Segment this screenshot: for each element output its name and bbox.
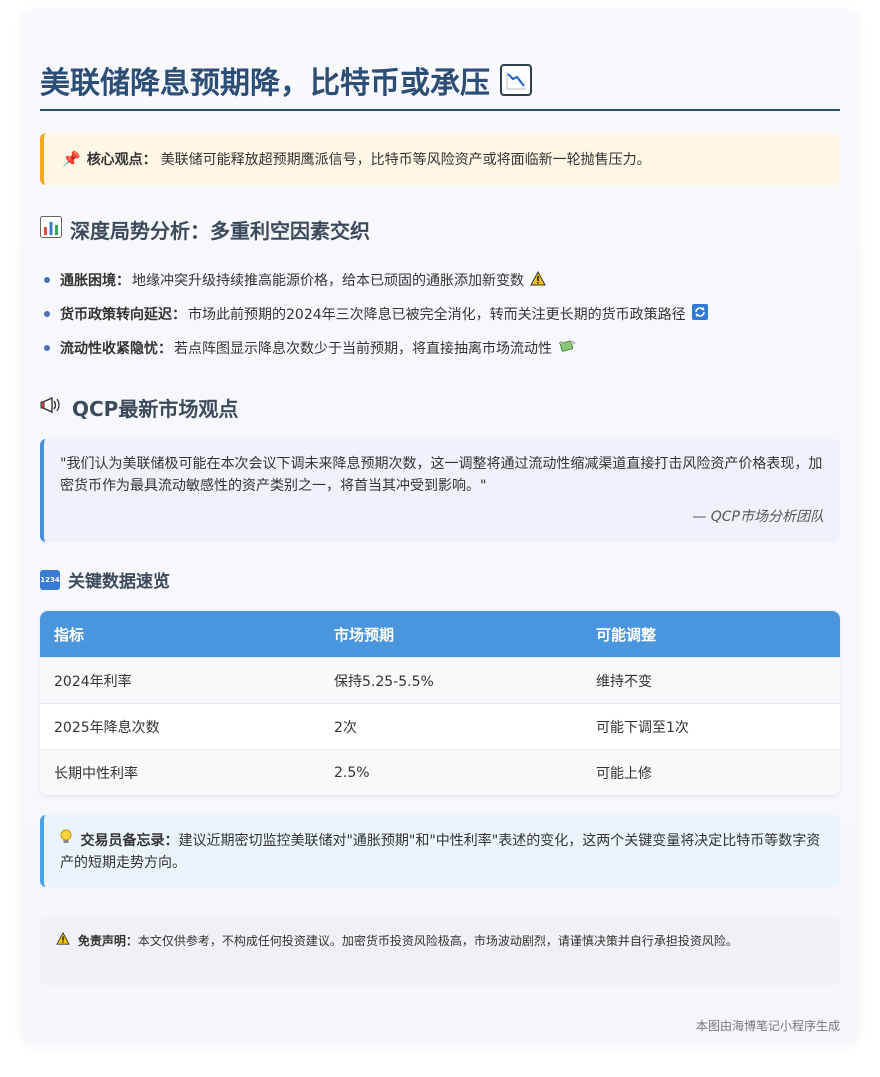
page-title-text: 美联储降息预期降，比特币或承压 [40, 66, 490, 101]
warning-icon [530, 270, 546, 290]
chart-decreasing-icon [500, 64, 532, 96]
qcp-quote-text: "我们认为美联储极可能在本次会议下调未来降息预期次数，这一调整将通过流动性缩减渠… [60, 456, 823, 494]
column-header: 市场预期 [334, 625, 395, 644]
list-item: 货币政策转向延迟： 市场此前预期的2024年三次降息已被完全消化，转而关注更长期… [40, 297, 840, 331]
trader-memo: 交易员备忘录：建议近期密切监控美联储对"通胀预期"和"中性利率"表述的变化，这两… [40, 815, 840, 887]
table-cell: 可能下调至1次 [596, 719, 689, 736]
title-divider [40, 109, 840, 111]
bar-chart-icon [40, 216, 62, 243]
warning-icon [56, 931, 74, 948]
list-item-label: 流动性收紧隐忧： [60, 341, 172, 357]
table-cell: 2.5% [334, 764, 370, 781]
table-row: 2025年降息次数 2次 可能下调至1次 [40, 703, 840, 749]
footer-credit: 本图由海博笔记小程序生成 [695, 1019, 840, 1033]
table-header-row: 指标 市场预期 可能调整 [40, 611, 840, 657]
list-item-text: 若点阵图显示降息次数少于当前预期，将直接抽离市场流动性 [174, 341, 552, 357]
numbers-icon: 1234 [40, 569, 60, 590]
table-cell: 2025年降息次数 [54, 719, 160, 736]
core-view-text: 美联储可能释放超预期鹰派信号，比特币等风险资产或将面临新一轮抛售压力。 [160, 152, 651, 168]
qcp-quote-source: — QCP市场分析团队 [692, 509, 824, 525]
qcp-quote: "我们认为美联储极可能在本次会议下调未来降息预期次数，这一调整将通过流动性缩减渠… [40, 439, 840, 542]
list-item-text: 地缘冲突升级持续推高能源价格，给本已顽固的通胀添加新变数 [132, 273, 524, 289]
refresh-icon [691, 304, 708, 324]
money-wings-icon [558, 338, 576, 358]
list-item: 通胀困境： 地缘冲突升级持续推高能源价格，给本已顽固的通胀添加新变数 [40, 263, 840, 297]
table-row: 2024年利率 保持5.25-5.5% 维持不变 [40, 657, 840, 703]
memo-label: 交易员备忘录： [80, 833, 179, 849]
core-view-label: 核心观点： [86, 152, 157, 168]
qcp-heading: QCP最新市场观点 [40, 393, 238, 422]
column-header: 可能调整 [596, 625, 657, 644]
analysis-heading-text: 深度局势分析：多重利空因素交织 [70, 219, 370, 243]
disclaimer: 免责声明：本文仅供参考，不构成任何投资建议。加密货币投资风险极高，市场波动剧烈，… [40, 917, 840, 985]
table-cell: 保持5.25-5.5% [334, 673, 434, 690]
table-cell: 2024年利率 [54, 673, 132, 690]
disclaimer-text: 本文仅供参考，不构成任何投资建议。加密货币投资风险极高，市场波动剧烈，请谨慎决策… [137, 934, 738, 948]
core-view-callout: 📌 核心观点： 美联储可能释放超预期鹰派信号，比特币等风险资产或将面临新一轮抛售… [40, 133, 840, 185]
article-card: 美联储降息预期降，比特币或承压 📌 核心观点： 美联储可能释放超预期鹰派信号，比… [20, 9, 860, 1045]
table-cell: 长期中性利率 [54, 765, 138, 782]
column-header: 指标 [54, 625, 85, 644]
list-item-label: 货币政策转向延迟： [60, 307, 186, 323]
megaphone-icon [40, 395, 64, 420]
data-table: 指标 市场预期 可能调整 2024年利率 保持5.25-5.5% 维持不变 20… [40, 611, 840, 795]
analysis-list: 通胀困境： 地缘冲突升级持续推高能源价格，给本已顽固的通胀添加新变数 货币政策转… [40, 263, 840, 365]
data-heading-text: 关键数据速览 [68, 572, 170, 592]
lightbulb-icon [60, 829, 76, 849]
list-item-text: 市场此前预期的2024年三次降息已被完全消化，转而关注更长期的货币政策路径 [188, 307, 686, 323]
data-heading: 1234 关键数据速览 [40, 567, 170, 592]
analysis-heading: 深度局势分析：多重利空因素交织 [40, 215, 370, 244]
table-cell: 可能上修 [596, 765, 652, 782]
disclaimer-label: 免责声明： [77, 934, 138, 948]
list-item-label: 通胀困境： [60, 273, 130, 289]
table-cell: 2次 [334, 719, 357, 736]
list-item: 流动性收紧隐忧： 若点阵图显示降息次数少于当前预期，将直接抽离市场流动性 [40, 331, 840, 365]
page-title: 美联储降息预期降，比特币或承压 [40, 57, 840, 103]
table-cell: 维持不变 [596, 673, 652, 690]
table-row: 长期中性利率 2.5% 可能上修 [40, 749, 840, 795]
qcp-heading-text: QCP最新市场观点 [72, 397, 239, 421]
pushpin-icon: 📌 [62, 150, 81, 168]
